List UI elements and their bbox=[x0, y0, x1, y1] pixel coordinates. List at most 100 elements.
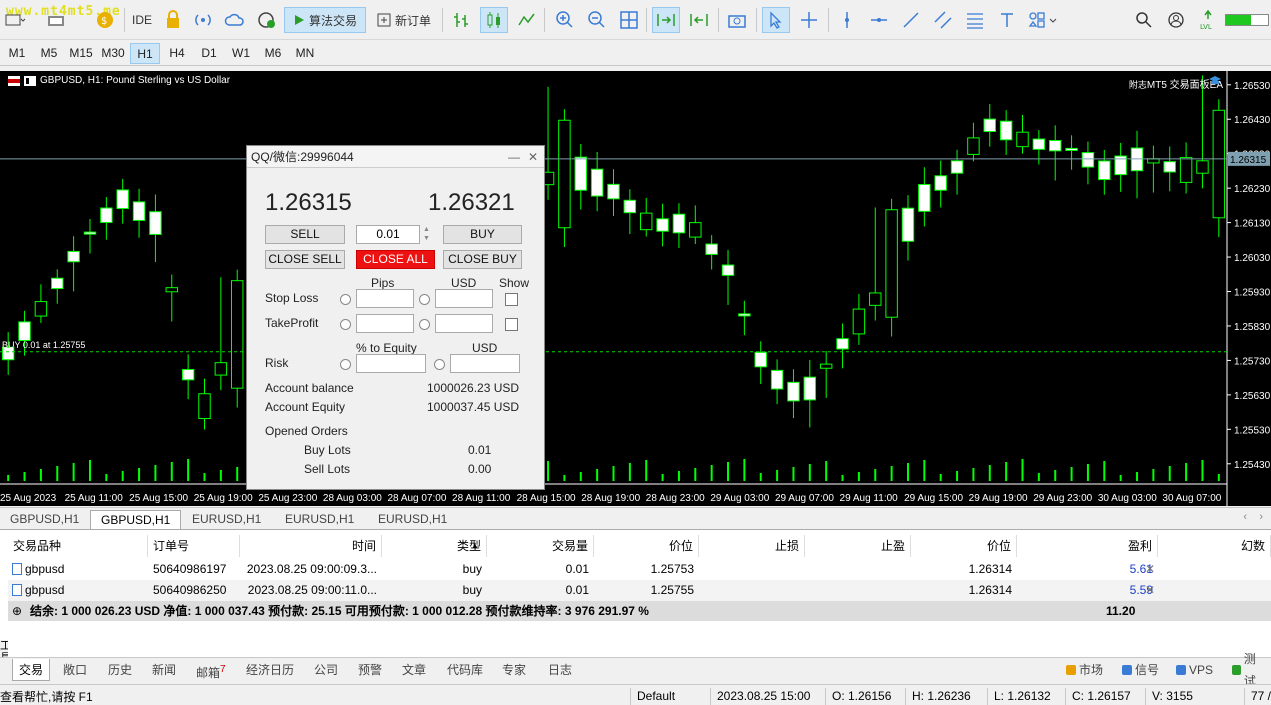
chart-tab[interactable]: GBPUSD,H1 bbox=[90, 510, 182, 530]
sl-usd-radio[interactable] bbox=[419, 294, 430, 305]
risk-pct-radio[interactable] bbox=[340, 359, 351, 370]
account-icon[interactable] bbox=[1164, 7, 1188, 33]
risk-usd-input[interactable] bbox=[450, 354, 520, 373]
column-header-cur[interactable]: 价位 bbox=[911, 535, 1017, 557]
close-order-icon[interactable]: ✕ bbox=[1145, 580, 1155, 601]
timeframe-h1[interactable]: H1 bbox=[130, 43, 160, 64]
bar-chart-icon[interactable] bbox=[448, 7, 474, 33]
new-chart-icon[interactable] bbox=[44, 7, 70, 33]
expand-icon[interactable]: ⊕ bbox=[12, 601, 22, 621]
search-icon[interactable] bbox=[1132, 7, 1156, 33]
auto-scroll-icon[interactable] bbox=[652, 7, 680, 33]
chart-dropdown-icon[interactable] bbox=[2, 7, 28, 33]
close-icon[interactable]: ✕ bbox=[528, 146, 538, 168]
shapes-icon[interactable] bbox=[1024, 7, 1062, 33]
column-header-magic[interactable]: 幻数 bbox=[1158, 535, 1271, 557]
level-icon[interactable]: LVL bbox=[1196, 7, 1220, 33]
chart-tab[interactable]: EURUSD,H1 bbox=[368, 510, 457, 530]
sl-pips-input[interactable] bbox=[356, 289, 414, 308]
zoom-in-icon[interactable] bbox=[552, 7, 578, 33]
cursor-icon[interactable] bbox=[762, 7, 790, 33]
close-buy-button[interactable]: CLOSE BUY bbox=[443, 250, 522, 269]
lots-input[interactable]: 0.01 bbox=[356, 225, 420, 244]
grid-icon[interactable] bbox=[616, 7, 642, 33]
sell-button[interactable]: SELL bbox=[265, 225, 345, 244]
chart-canvas[interactable]: 1.265301.264301.263301.262301.261301.260… bbox=[0, 71, 1271, 506]
toolbox-tab[interactable]: 预警 bbox=[352, 659, 388, 681]
timeframe-h4[interactable]: H4 bbox=[162, 43, 192, 64]
timeframe-m1[interactable]: M1 bbox=[2, 43, 32, 64]
toolbox-tab[interactable]: 文章 bbox=[396, 659, 432, 681]
panel-header[interactable]: QQ/微信:29996044 — ✕ bbox=[247, 146, 544, 168]
column-header-sl[interactable]: 止损 bbox=[699, 535, 805, 557]
chart-shift-icon[interactable] bbox=[686, 7, 712, 33]
timeframe-m30[interactable]: M30 bbox=[98, 43, 128, 64]
risk-usd-radio[interactable] bbox=[434, 359, 445, 370]
ide-button[interactable]: IDE bbox=[128, 7, 156, 33]
algo-trading-button[interactable]: 算法交易 bbox=[284, 7, 366, 33]
column-header-price[interactable]: 价位 bbox=[594, 535, 699, 557]
toolbox-tester-button[interactable]: 测试 bbox=[1226, 652, 1271, 688]
toolbox-signals-button[interactable]: 信号 bbox=[1116, 659, 1165, 681]
screenshot-icon[interactable] bbox=[724, 7, 750, 33]
toolbox-vps-button[interactable]: VPS bbox=[1170, 659, 1219, 681]
toolbox-market-button[interactable]: 市场 bbox=[1060, 659, 1109, 681]
globe-add-icon[interactable] bbox=[254, 7, 280, 33]
toolbox-tab[interactable]: 公司 bbox=[308, 659, 344, 681]
horizontal-line-icon[interactable] bbox=[866, 7, 892, 33]
lots-stepper[interactable]: ▲ ▼ bbox=[423, 225, 430, 243]
text-icon[interactable] bbox=[994, 7, 1020, 33]
order-row[interactable]: gbpusd 50640986197 2023.08.25 09:00:09.3..… bbox=[8, 559, 1271, 580]
close-sell-button[interactable]: CLOSE SELL bbox=[265, 250, 345, 269]
channel-icon[interactable] bbox=[930, 7, 956, 33]
minimize-icon[interactable]: — bbox=[508, 146, 520, 168]
signal-icon[interactable] bbox=[190, 7, 216, 33]
zoom-out-icon[interactable] bbox=[584, 7, 610, 33]
chart-tab[interactable]: EURUSD,H1 bbox=[182, 510, 271, 530]
toolbox-tab[interactable]: 日志 bbox=[542, 659, 578, 681]
scroll-left-icon[interactable]: ‹ bbox=[1243, 511, 1247, 523]
crosshair-icon[interactable] bbox=[796, 7, 822, 33]
price-chart[interactable]: 1.265301.264301.263301.262301.261301.260… bbox=[0, 71, 1271, 506]
timeframe-m15[interactable]: M15 bbox=[66, 43, 96, 64]
candlestick-icon[interactable] bbox=[480, 7, 508, 33]
toolbox-tab[interactable]: 历史 bbox=[102, 659, 138, 681]
fibonacci-icon[interactable] bbox=[962, 7, 988, 33]
vertical-line-icon[interactable] bbox=[834, 7, 860, 33]
column-header-time[interactable]: 时间 bbox=[241, 535, 382, 557]
chart-tab[interactable]: GBPUSD,H1 bbox=[0, 510, 89, 530]
chart-tab[interactable]: EURUSD,H1 bbox=[275, 510, 364, 530]
toolbox-tab[interactable]: 新闻 bbox=[146, 659, 182, 681]
order-row[interactable]: gbpusd 50640986250 2023.08.25 09:00:11.0..… bbox=[8, 580, 1271, 601]
cloud-icon[interactable] bbox=[222, 7, 248, 33]
toolbox-tab[interactable]: 交易 bbox=[12, 659, 51, 681]
timeframe-m5[interactable]: M5 bbox=[34, 43, 64, 64]
tp-pips-input[interactable] bbox=[356, 314, 414, 333]
sl-show-checkbox[interactable] bbox=[505, 293, 518, 306]
tp-show-checkbox[interactable] bbox=[505, 318, 518, 331]
toolbox-tab[interactable]: 邮箱7 bbox=[190, 659, 232, 681]
scroll-right-icon[interactable]: › bbox=[1259, 511, 1263, 523]
column-header-profit[interactable]: 盈利 bbox=[1017, 535, 1158, 557]
column-header-volume[interactable]: 交易量 bbox=[487, 535, 594, 557]
new-order-button[interactable]: 新订单 bbox=[372, 7, 436, 33]
sl-usd-input[interactable] bbox=[435, 289, 493, 308]
toolbox-tab[interactable]: 专家 bbox=[496, 659, 532, 681]
close-order-icon[interactable]: ✕ bbox=[1145, 559, 1155, 580]
market-watch-icon[interactable]: $ bbox=[92, 7, 118, 33]
timeframe-d1[interactable]: D1 bbox=[194, 43, 224, 64]
column-header-tp[interactable]: 止盈 bbox=[805, 535, 911, 557]
timeframe-m6[interactable]: M6 bbox=[258, 43, 288, 64]
toolbox-tab[interactable]: 经济日历 bbox=[240, 659, 300, 681]
buy-button[interactable]: BUY bbox=[443, 225, 522, 244]
tp-usd-input[interactable] bbox=[435, 314, 493, 333]
sl-pips-radio[interactable] bbox=[340, 294, 351, 305]
timeframe-mn[interactable]: MN bbox=[290, 43, 320, 64]
close-all-button[interactable]: CLOSE ALL bbox=[356, 250, 435, 269]
lock-icon[interactable] bbox=[160, 7, 186, 33]
line-chart-icon[interactable] bbox=[514, 7, 540, 33]
column-header-ticket[interactable]: 订单号 bbox=[148, 535, 240, 557]
risk-pct-input[interactable] bbox=[356, 354, 426, 373]
toolbox-tab[interactable]: 代码库 bbox=[441, 659, 489, 681]
trendline-icon[interactable] bbox=[898, 7, 924, 33]
